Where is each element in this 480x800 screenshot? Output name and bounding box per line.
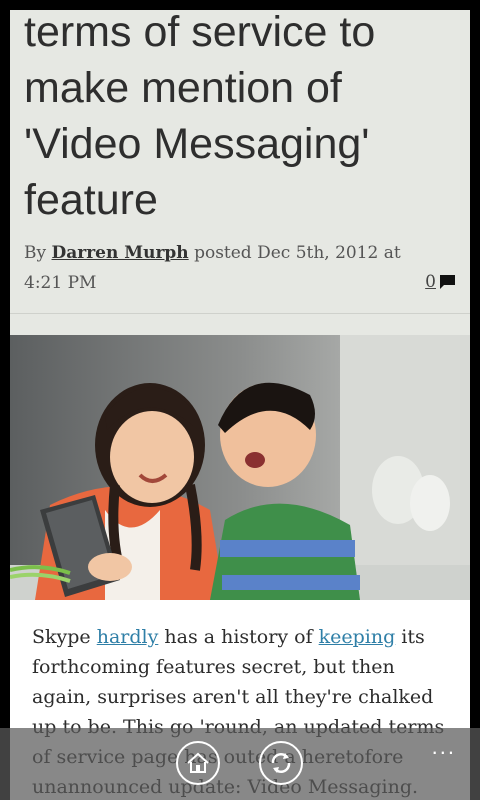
author-link[interactable]: Darren Murph (52, 243, 189, 263)
app-bar: ... (0, 728, 480, 800)
article-page: terms of service to make mention of 'Vid… (10, 10, 470, 800)
link-keeping[interactable]: keeping (319, 626, 396, 648)
article-byline: By Darren Murph posted Dec 5th, 2012 at … (24, 238, 444, 298)
more-options-button[interactable]: ... (432, 734, 456, 760)
article-headline: terms of service to make mention of 'Vid… (24, 10, 376, 224)
byline-prefix: By (24, 243, 52, 263)
article-photo[interactable] (10, 335, 470, 600)
comments-link[interactable]: 0 (425, 272, 456, 292)
link-hardly[interactable]: hardly (97, 626, 159, 648)
divider (10, 313, 470, 314)
comment-count: 0 (425, 272, 436, 292)
photo-image (10, 335, 470, 600)
home-button[interactable] (176, 741, 220, 785)
refresh-icon (271, 753, 291, 773)
refresh-button[interactable] (259, 741, 303, 785)
comment-bubble-icon (440, 275, 455, 289)
home-icon (187, 752, 209, 773)
